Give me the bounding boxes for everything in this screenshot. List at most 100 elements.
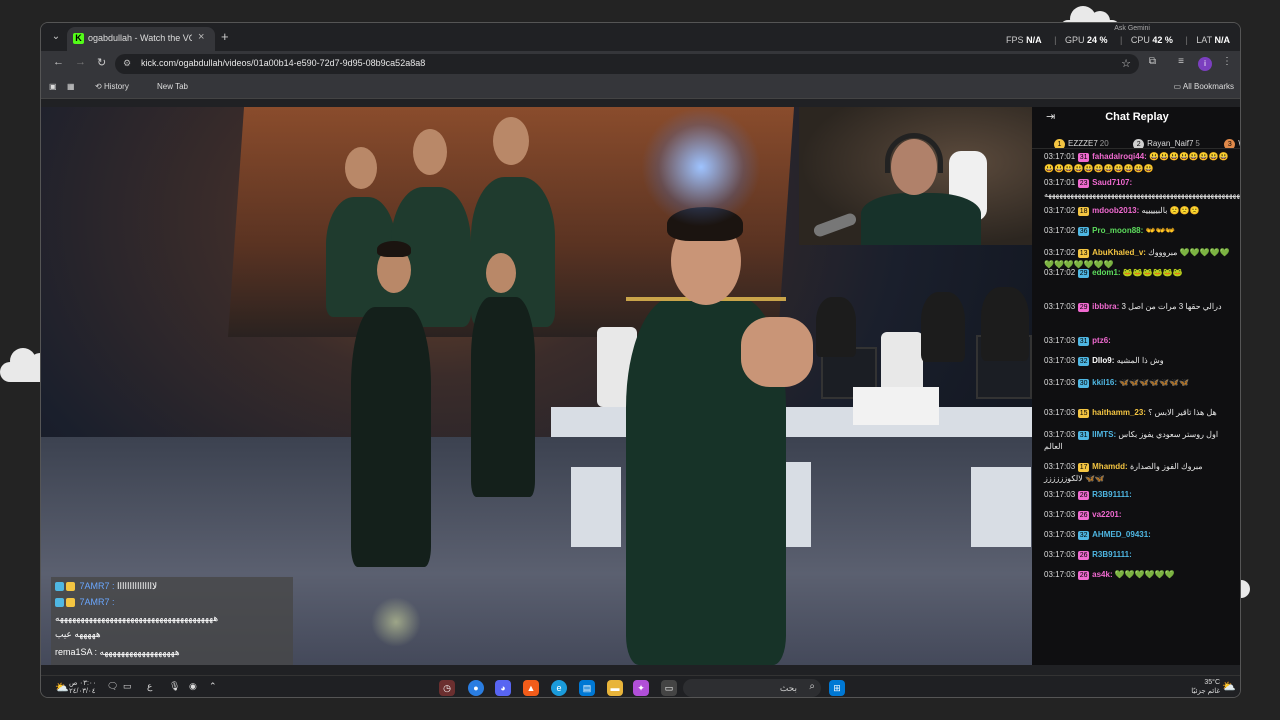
chat-message[interactable]: 03:17:02 36 Pro_moon88: 👐👐👐 [1044, 225, 1234, 237]
back-arrow-icon[interactable]: ← [53, 56, 64, 68]
start-windows-icon[interactable]: ⊞ [829, 680, 845, 696]
chat-username[interactable]: haithamm_23: [1092, 408, 1146, 417]
chat-message[interactable]: 03:17:03 32 Dllo9: وش ذا المشيه [1044, 355, 1234, 367]
active-tab[interactable]: K ogabdullah - Watch the VOD o × [67, 27, 215, 51]
chat-message[interactable]: 03:17:01 23 Saud7107: هههههههههههههههههههه… [1044, 177, 1240, 201]
weather-widget[interactable]: 35°C غائم جزئيًا [1191, 678, 1220, 696]
tab-search-icon[interactable]: ⌄ [49, 30, 63, 44]
chat-username[interactable]: R3B91111: [1092, 550, 1132, 559]
chat-username[interactable]: Pro_moon88: [1092, 226, 1143, 235]
subscriber-badge: 32 [1078, 357, 1090, 366]
chat-username[interactable]: ptz6: [1092, 336, 1111, 345]
windows-taskbar: ⛅ ٠٣:٠٠ ص ٢٤/٠٣/٠٤ 🗨 ▭ ع 🎙 ◉ ⌃ ◷ ● ◕ ▲ e … [41, 675, 1240, 697]
message-timestamp: 03:17:03 [1044, 510, 1076, 519]
chat-username[interactable]: as4k: [1092, 570, 1112, 579]
fps-value: N/A [1026, 35, 1042, 45]
bookmark-star-icon[interactable]: ☆ [1121, 57, 1131, 70]
reload-icon[interactable]: ↻ [97, 56, 106, 69]
chat-message[interactable]: 03:17:03 30 kkil16: 🦋🦋🦋🦋🦋🦋🦋 [1044, 377, 1234, 389]
extensions-icon[interactable]: ⧉ [1149, 56, 1156, 67]
show-hidden-icons[interactable]: ⌃ [209, 681, 217, 692]
lat-label: LAT [1196, 35, 1212, 45]
chat-username[interactable]: edom1: [1092, 268, 1120, 277]
tray-app-icon[interactable]: ◉ [189, 681, 197, 692]
edge-icon[interactable]: e [551, 680, 567, 696]
task-view-icon[interactable]: ▭ [661, 680, 677, 696]
chat-username[interactable]: Saud7107: [1092, 178, 1132, 187]
chat-username[interactable]: Mhamdd: [1092, 462, 1128, 471]
bookmark-history[interactable]: ⟲ History [95, 82, 129, 91]
chat-message[interactable]: 03:17:03 26 R3B91111: [1044, 489, 1234, 501]
lens-flare [641, 107, 761, 227]
bookmark-new-tab[interactable]: New Tab [157, 82, 188, 91]
discord-icon[interactable]: ◕ [495, 680, 511, 696]
microphone-icon [812, 211, 858, 239]
all-bookmarks[interactable]: ▭ All Bookmarks [1174, 82, 1234, 91]
desk-tower [571, 467, 621, 547]
chat-username[interactable]: ibbbra: [1092, 302, 1119, 311]
taskbar-search[interactable]: بحث ⌕ [683, 679, 821, 697]
chrome-icon[interactable]: ● [468, 680, 484, 696]
tab-groups-icon[interactable]: ▦ [67, 82, 75, 91]
chat-username[interactable]: fahadalroqi44: [1092, 152, 1147, 161]
chat-message[interactable]: 03:17:03 32 AHMED_09431: [1044, 529, 1234, 541]
chat-username[interactable]: AHMED_09431: [1092, 530, 1151, 539]
chat-message[interactable]: 03:17:03 26 as4k: 💚💚💚💚💚💚 [1044, 569, 1234, 581]
chat-username[interactable]: va2201: [1092, 510, 1121, 519]
chat-username[interactable]: Dllo9: [1092, 356, 1114, 365]
chat-message[interactable]: 03:17:03 26 va2201: [1044, 509, 1234, 521]
chat-username[interactable]: AbuKhaled_v: [1092, 248, 1146, 257]
chat-message[interactable]: 03:17:01 31 fahadalroqi44: 😃😃😃😃😃😃😃😃😃😃😃😃😃😃😃… [1044, 151, 1234, 175]
chat-message-list[interactable]: 03:17:01 31 fahadalroqi44: 😃😃😃😃😃😃😃😃😃😃😃😃😃😃😃… [1032, 151, 1240, 665]
url-text[interactable]: kick.com/ogabdullah/videos/01a00b14-e590… [141, 58, 425, 68]
store-icon[interactable]: ▤ [579, 680, 595, 696]
chat-message[interactable]: 03:17:03 31 IIMTS: اول روستر سعودي يفوز بك… [1044, 429, 1234, 453]
subscriber-badge: 26 [1078, 491, 1090, 500]
chat-message[interactable]: 03:17:03 15 haithamm_23: هل هذا تاقير الاب… [1044, 407, 1234, 419]
chat-username[interactable]: mdoob2013: [1092, 206, 1139, 215]
forward-arrow-icon[interactable]: → [75, 56, 86, 68]
new-tab-icon[interactable]: + [221, 29, 229, 44]
top-gifter[interactable]: 2 Rayan_Naif7 5 [1133, 139, 1200, 148]
file-explorer-icon[interactable]: ▬ [607, 680, 623, 696]
notifications-icon[interactable]: 🗨 [107, 681, 118, 692]
clock[interactable]: ٠٣:٠٠ ص ٢٤/٠٣/٠٤ [69, 680, 96, 696]
top-gifter[interactable]: 1 EZZZE7 20 [1054, 139, 1109, 148]
temperature: 35°C [1204, 679, 1220, 686]
taskbar-app-icon[interactable]: ◷ [439, 680, 455, 696]
profile-avatar[interactable]: i [1198, 57, 1212, 71]
chat-message[interactable]: 03:17:02 29 edom1: 🐸🐸🐸🐸🐸🐸 [1044, 267, 1234, 279]
input-language[interactable]: ع [147, 681, 152, 692]
microphone-tray-icon[interactable]: 🎙 [169, 681, 180, 692]
weather-icon[interactable]: ⛅ [55, 681, 69, 694]
walking-player-middle [471, 297, 535, 497]
apps-icon[interactable]: ▣ [49, 82, 57, 91]
chat-message[interactable]: 03:17:03 17 Mhamdd: مبروك الفوز والصدارة ل… [1044, 461, 1234, 485]
chat-message[interactable]: 03:17:02 18 mdoob2013: بالبيييييه 🙁🙁🙁 [1044, 205, 1234, 217]
media-controls-icon[interactable]: ≡ [1178, 56, 1184, 67]
subscriber-badge: 29 [1078, 269, 1090, 278]
menu-dots-icon[interactable]: ⋮ [1222, 56, 1232, 67]
chat-message[interactable]: 03:17:03 31 ptz6: [1044, 335, 1234, 347]
site-info-icon[interactable]: ⚙ [123, 58, 131, 69]
video-player[interactable]: 7AMR7 : لااااااااااااااا 7AMR7 : ههههههه… [41, 107, 1032, 665]
network-icon[interactable]: ▭ [123, 681, 132, 692]
subscriber-badge: 31 [1078, 431, 1090, 440]
browser-window: ⌄ K ogabdullah - Watch the VOD o × + Ask… [40, 22, 1241, 698]
close-tab-icon[interactable]: × [198, 31, 204, 43]
message-timestamp: 03:17:03 [1044, 490, 1076, 499]
chat-message[interactable]: 03:17:03 26 R3B91111: [1044, 549, 1234, 561]
chat-username[interactable]: kkil16: [1092, 378, 1117, 387]
chat-username[interactable]: IIMTS: [1092, 430, 1116, 439]
subscriber-badge: 18 [1078, 207, 1090, 216]
copilot-icon[interactable]: ✦ [633, 680, 649, 696]
chat-username[interactable]: R3B91111: [1092, 490, 1132, 499]
subscriber-badge: 32 [1078, 531, 1090, 540]
stage-desk [551, 407, 1032, 437]
address-bar[interactable]: ⚙ kick.com/ogabdullah/videos/01a00b14-e5… [115, 54, 1139, 74]
chat-message[interactable]: 03:17:03 29 ibbbra: درالي حقها 3 مرات من ا… [1044, 301, 1234, 313]
brave-icon[interactable]: ▲ [523, 680, 539, 696]
subscriber-badge: 31 [1078, 337, 1090, 346]
chat-message-text: هههههههههههههههههههههههههههههههههههههههه… [1044, 190, 1241, 199]
top-gifter[interactable]: 3W [1224, 139, 1240, 148]
